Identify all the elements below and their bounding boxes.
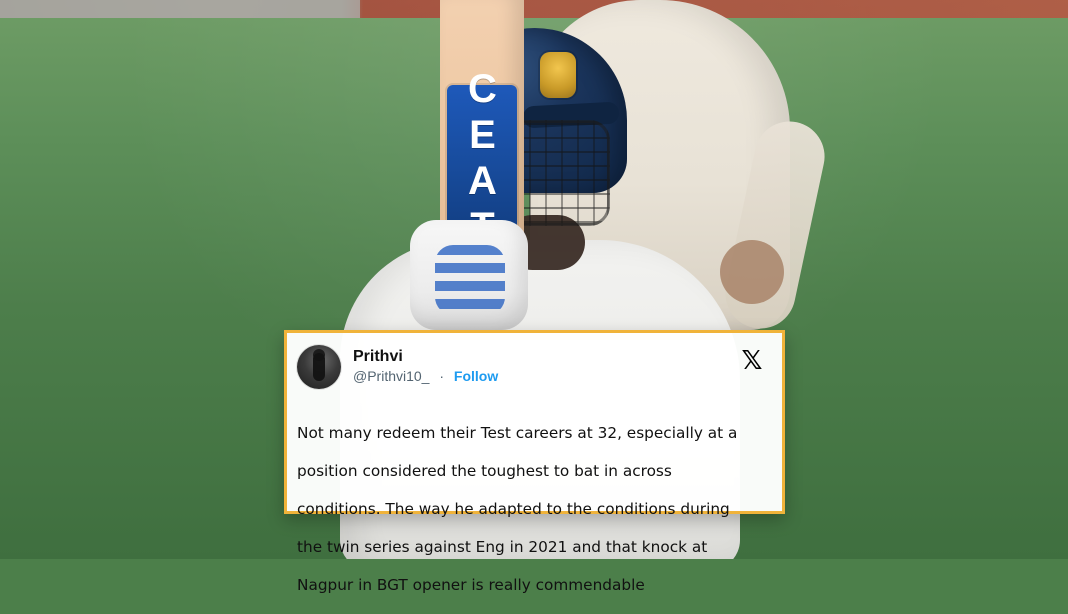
avatar-figure: [313, 353, 325, 381]
glove-stripes: [435, 245, 505, 315]
x-icon[interactable]: 𝕏: [738, 347, 766, 375]
tweet-text-line: position considered the toughest to bat …: [297, 462, 672, 480]
tweet-text-line: Nagpur in BGT opener is really commendab…: [297, 576, 645, 594]
user-handle[interactable]: @Prithvi10_: [353, 368, 429, 384]
handle-separator: ·: [439, 368, 445, 384]
tweet-text-line: Not many redeem their Test careers at 32…: [297, 424, 738, 442]
tweet-card: Prithvi @Prithvi10_ · Follow 𝕏 Not many …: [284, 330, 785, 594]
avatar[interactable]: [297, 345, 341, 389]
tweet-author: Prithvi @Prithvi10_ · Follow: [353, 348, 683, 390]
stadium-stands-left: [0, 0, 360, 18]
follow-button[interactable]: Follow: [454, 368, 498, 384]
tweet-text-line: the twin series against Eng in 2021 and …: [297, 538, 708, 556]
helmet-badge: [540, 52, 576, 98]
tweet-text: Not many redeem their Test careers at 32…: [297, 405, 772, 614]
fielder-hand: [720, 240, 784, 304]
handle-row: @Prithvi10_ · Follow: [353, 368, 498, 384]
display-name[interactable]: Prithvi: [353, 348, 403, 366]
tweet-text-line: conditions. The way he adapted to the co…: [297, 500, 730, 518]
tweet-header: Prithvi @Prithvi10_ · Follow 𝕏: [297, 345, 772, 389]
bat-brand-text: CEAT: [460, 66, 505, 251]
